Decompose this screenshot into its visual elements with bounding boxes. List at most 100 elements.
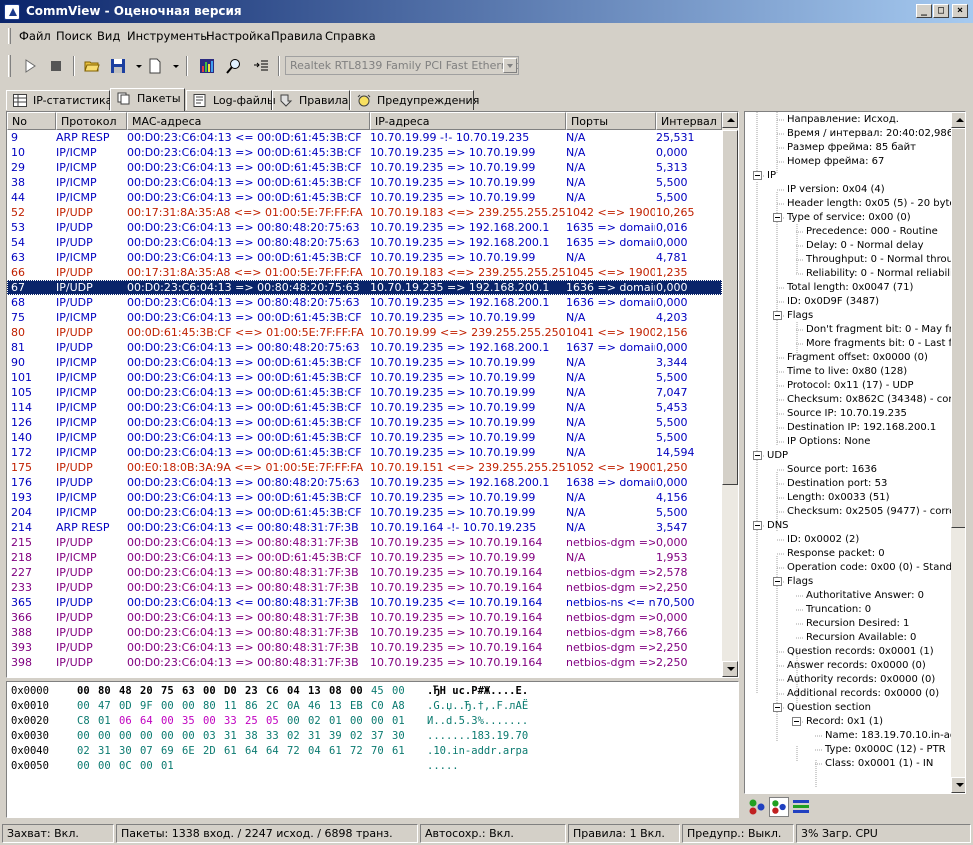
tree-view-icon[interactable] [747,797,767,817]
table-row[interactable]: 90 IP/ICMP 00:D0:23:C6:04:13 => 00:0D:61:4… [7,355,722,370]
table-row[interactable]: 9 ARP RESP 00:D0:23:C6:04:13 <= 00:0D:61:4… [7,130,722,145]
tree-node[interactable]: Recursion Available: 0 [806,631,916,645]
list-view-icon[interactable] [791,797,811,817]
tree-scrollbar[interactable] [951,112,965,793]
table-row[interactable]: 175 IP/UDP 00:E0:18:0B:3A:9A <=> 01:00:5E:… [7,460,722,475]
tab-ip-statistics[interactable]: IP-статистика [6,90,112,110]
scroll-up-arrow-icon[interactable] [951,112,965,128]
table-row[interactable]: 365 IP/UDP 00:D0:23:C6:04:13 <= 00:80:48:3… [7,595,722,610]
column-header-protocol[interactable]: Протокол [56,112,127,130]
tree-node[interactable]: Don't fragment bit: 0 - May fragment [806,323,965,337]
tree-node[interactable]: Class: 0x0001 (1) - IN [825,757,933,771]
open-button[interactable] [80,54,104,78]
tree-node[interactable]: Precedence: 000 - Routine [806,225,938,239]
tree-node[interactable]: Delay: 0 - Normal delay [806,239,924,253]
table-row[interactable]: 54 IP/UDP 00:D0:23:C6:04:13 => 00:80:48:20… [7,235,722,250]
collapse-toggle-icon[interactable] [773,577,782,586]
table-row[interactable]: 75 IP/ICMP 00:D0:23:C6:04:13 => 00:0D:61:4… [7,310,722,325]
tree-node[interactable]: Размер фрейма: 85 байт [787,141,916,155]
search-button[interactable] [222,54,246,78]
toolbar-grip[interactable] [8,55,11,77]
tab-alarms[interactable]: Предупреждения [350,90,479,110]
scroll-up-arrow-icon[interactable] [722,112,738,128]
new-dropdown-button[interactable] [166,54,179,78]
tree-node[interactable]: Время / интервал: 20:40:02,986 / 0,000 [787,127,965,141]
menu-settings[interactable]: Настройка [206,29,271,43]
collapse-toggle-icon[interactable] [792,717,801,726]
table-row[interactable]: 66 IP/UDP 00:17:31:8A:35:A8 <=> 01:00:5E:7… [7,265,722,280]
tree-node[interactable]: IP version: 0x04 (4) [787,183,885,197]
table-row[interactable]: 67 IP/UDP 00:D0:23:C6:04:13 => 00:80:48:20… [7,280,722,295]
packet-decode-tree[interactable]: Направление: Исход. Время / интервал: 20:… [744,111,966,794]
tree-node[interactable]: IP [767,169,776,183]
table-row[interactable]: 176 IP/UDP 00:D0:23:C6:04:13 => 00:80:48:2… [7,475,722,490]
scroll-down-arrow-icon[interactable] [722,661,738,677]
tab-rules[interactable]: Правила [272,90,350,110]
tree-node[interactable]: Направление: Исход. [787,113,899,127]
tree-node[interactable]: Source IP: 10.70.19.235 [787,407,907,421]
start-capture-button[interactable] [18,54,42,78]
table-row[interactable]: 38 IP/ICMP 00:D0:23:C6:04:13 => 00:0D:61:4… [7,175,722,190]
table-row[interactable]: 215 IP/UDP 00:D0:23:C6:04:13 => 00:80:48:3… [7,535,722,550]
packet-list[interactable]: No Протокол MAC-адреса IP-адреса Порты И… [6,111,739,678]
column-header-mac[interactable]: MAC-адреса [127,112,370,130]
table-row[interactable]: 193 IP/ICMP 00:D0:23:C6:04:13 => 00:0D:61:… [7,490,722,505]
tree-node[interactable]: Destination port: 53 [787,477,887,491]
stop-capture-button[interactable] [44,54,68,78]
column-header-ip[interactable]: IP-адреса [370,112,566,130]
tree-node[interactable]: Record: 0x1 (1) [806,715,883,729]
table-row[interactable]: 214 ARP RESP 00:D0:23:C6:04:13 <= 00:80:48… [7,520,722,535]
collapse-toggle-icon[interactable] [773,311,782,320]
menu-file[interactable]: Файл [19,29,51,43]
tree-node[interactable]: Destination IP: 192.168.200.1 [787,421,936,435]
table-row[interactable]: 393 IP/UDP 00:D0:23:C6:04:13 => 00:80:48:3… [7,640,722,655]
maximize-button[interactable]: □ [933,4,949,18]
chevron-down-icon[interactable] [503,58,517,73]
tab-packets[interactable]: Пакеты [110,88,185,111]
collapse-toggle-icon[interactable] [753,451,762,460]
tree-node[interactable]: ID: 0x0D9F (3487) [787,295,879,309]
tree-node[interactable]: Truncation: 0 [806,603,871,617]
tree-node[interactable]: Recursion Desired: 1 [806,617,909,631]
tree-node[interactable]: Total length: 0x0047 (71) [787,281,913,295]
tree-node[interactable]: UDP [767,449,788,463]
tree-node[interactable]: Question records: 0x0001 (1) [787,645,934,659]
node-view-icon[interactable] [769,797,789,817]
tree-node[interactable]: Throughput: 0 - Normal throughput [806,253,965,267]
tree-node[interactable]: Type: 0x000C (12) - PTR [825,743,946,757]
table-row[interactable]: 10 IP/ICMP 00:D0:23:C6:04:13 => 00:0D:61:4… [7,145,722,160]
tree-node[interactable]: Operation code: 0x00 (0) - Standard quer… [787,561,965,575]
collapse-toggle-icon[interactable] [753,171,762,180]
table-row[interactable]: 53 IP/UDP 00:D0:23:C6:04:13 => 00:80:48:20… [7,220,722,235]
column-header-interval[interactable]: Интервал [656,112,722,130]
table-row[interactable]: 218 IP/ICMP 00:D0:23:C6:04:13 => 00:0D:61:… [7,550,722,565]
table-row[interactable]: 388 IP/UDP 00:D0:23:C6:04:13 => 00:80:48:3… [7,625,722,640]
hex-dump-panel[interactable]: 0x0000 00 80 48 20 75 63 00 D0 23 C6 04 13 08 00 45 00 .Ђ… [6,681,739,818]
tree-node[interactable]: Flags [787,309,813,323]
tree-node[interactable]: Response packet: 0 [787,547,885,561]
export-button[interactable] [249,54,273,78]
tree-node[interactable]: Length: 0x0033 (51) [787,491,889,505]
collapse-toggle-icon[interactable] [773,703,782,712]
table-row[interactable]: 52 IP/UDP 00:17:31:8A:35:A8 <=> 01:00:5E:7… [7,205,722,220]
scrollbar-thumb[interactable] [722,130,738,485]
table-row[interactable]: 68 IP/UDP 00:D0:23:C6:04:13 => 00:80:48:20… [7,295,722,310]
menu-tools[interactable]: Инструменты [127,29,209,43]
adapter-select[interactable]: Realtek RTL8139 Family PCI Fast Ethernet… [285,56,519,75]
packet-list-scrollbar[interactable] [722,112,738,677]
menu-rules[interactable]: Правила [271,29,323,43]
table-row[interactable]: 80 IP/UDP 00:0D:61:45:3B:CF <=> 01:00:5E:7… [7,325,722,340]
tree-node[interactable]: Question section [787,701,871,715]
save-button[interactable] [106,54,130,78]
table-row[interactable]: 44 IP/ICMP 00:D0:23:C6:04:13 => 00:0D:61:4… [7,190,722,205]
column-header-no[interactable]: No [7,112,56,130]
tab-log-files[interactable]: Log-файлы [186,90,276,110]
minimize-button[interactable]: _ [916,4,932,18]
tree-node[interactable]: More fragments bit: 0 - Last fragment [806,337,965,351]
table-row[interactable]: 81 IP/UDP 00:D0:23:C6:04:13 => 00:80:48:20… [7,340,722,355]
collapse-toggle-icon[interactable] [753,521,762,530]
tree-node[interactable]: Authoritative Answer: 0 [806,589,924,603]
table-row[interactable]: 63 IP/ICMP 00:D0:23:C6:04:13 => 00:0D:61:4… [7,250,722,265]
scroll-down-arrow-icon[interactable] [951,777,965,793]
table-row[interactable]: 227 IP/UDP 00:D0:23:C6:04:13 => 00:80:48:3… [7,565,722,580]
